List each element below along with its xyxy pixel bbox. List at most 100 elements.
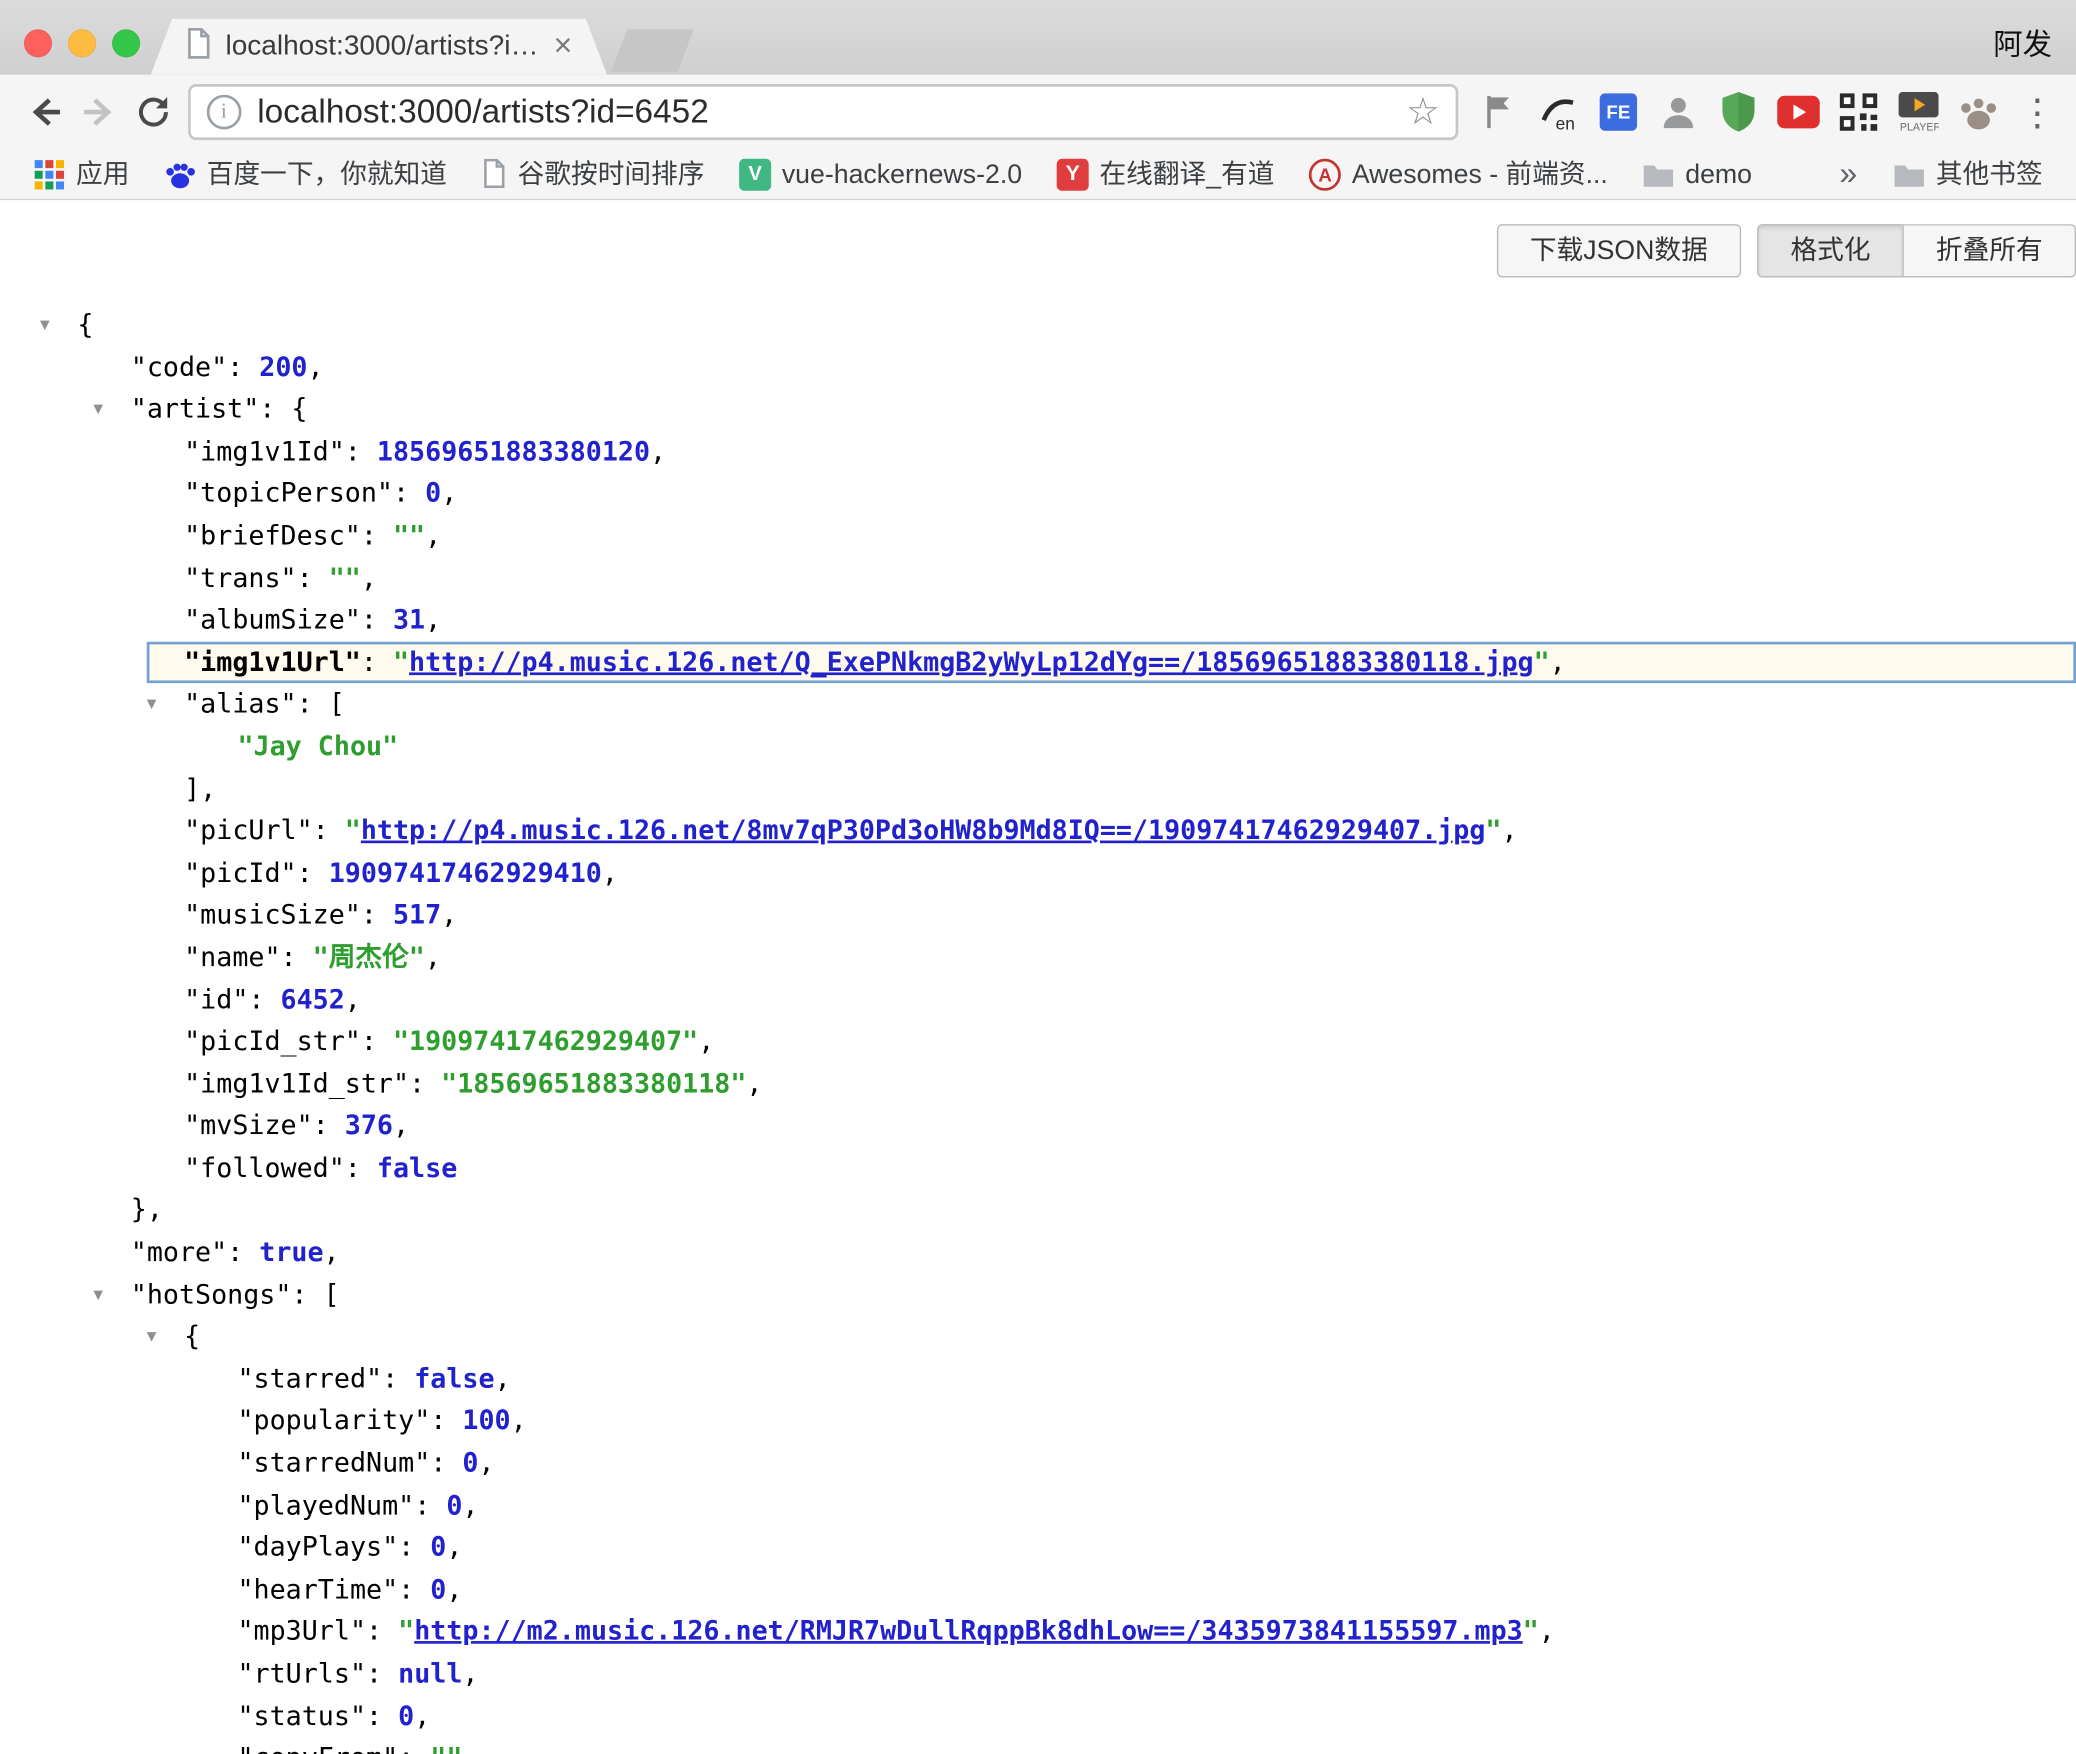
person-extension-icon[interactable] bbox=[1657, 91, 1700, 134]
flag-extension-icon[interactable] bbox=[1477, 91, 1520, 134]
json-number: 31 bbox=[393, 603, 425, 635]
json-punctuation: : bbox=[366, 1657, 398, 1689]
json-punctuation: : bbox=[382, 1362, 414, 1394]
json-number: 0 bbox=[398, 1699, 414, 1731]
json-number: 0 bbox=[430, 1573, 446, 1605]
json-key: "img1v1Id_str" bbox=[184, 1067, 409, 1099]
json-key: "starred" bbox=[237, 1362, 382, 1394]
json-line: }, bbox=[0, 1189, 2076, 1231]
json-line: "rtUrls": null, bbox=[0, 1653, 2076, 1695]
collapse-arrow-icon[interactable]: ▼ bbox=[40, 304, 50, 346]
json-line: ▼{ bbox=[0, 1316, 2076, 1358]
window-controls bbox=[24, 29, 140, 57]
json-line: "topicPerson": 0, bbox=[0, 473, 2076, 515]
json-punctuation: : bbox=[398, 1531, 430, 1563]
json-url-link[interactable]: http://p4.music.126.net/Q_ExePNkmgB2yWyL… bbox=[409, 645, 1534, 677]
json-key: "img1v1Id" bbox=[184, 435, 345, 467]
bookmark-folder-demo[interactable]: demo bbox=[1628, 161, 1767, 188]
minimize-window-button[interactable] bbox=[68, 29, 96, 57]
json-key: "picUrl" bbox=[184, 814, 313, 846]
json-punctuation: : bbox=[227, 1236, 259, 1268]
collapse-all-button[interactable]: 折叠所有 bbox=[1904, 224, 2076, 277]
qr-code-extension-icon[interactable] bbox=[1837, 91, 1880, 134]
tab-bar: localhost:3000/artists?id=645 × 阿发 bbox=[0, 0, 2076, 75]
youtube-extension-icon[interactable] bbox=[1777, 91, 1820, 134]
collapse-arrow-icon[interactable]: ▼ bbox=[93, 1274, 103, 1316]
json-url-link[interactable]: http://p4.music.126.net/8mv7qP30Pd3oHW8b… bbox=[361, 814, 1486, 846]
json-string: " bbox=[1534, 645, 1550, 677]
bookmarks-overflow-icon[interactable]: » bbox=[1831, 155, 1865, 192]
bookmark-item-google-sort[interactable]: 谷歌按时间排序 bbox=[467, 159, 719, 190]
download-json-button[interactable]: 下载JSON数据 bbox=[1497, 224, 1742, 277]
json-punctuation: : [ bbox=[297, 688, 345, 720]
json-line: "img1v1Id": 18569651883380120, bbox=[0, 431, 2076, 473]
json-key: "artist" bbox=[131, 393, 260, 425]
json-line: ▼"hotSongs": [ bbox=[0, 1274, 2076, 1316]
fullscreen-window-button[interactable] bbox=[112, 29, 140, 57]
bookmark-item-vue-hackernews[interactable]: V vue-hackernews-2.0 bbox=[724, 158, 1036, 190]
json-punctuation: : bbox=[297, 561, 329, 593]
bookmark-label: 应用 bbox=[76, 161, 129, 188]
browser-tab[interactable]: localhost:3000/artists?id=645 × bbox=[151, 19, 607, 75]
bookmark-item-awesomes[interactable]: A Awesomes - 前端资... bbox=[1294, 158, 1622, 190]
json-line: "briefDesc": "", bbox=[0, 515, 2076, 557]
json-line: "trans": "", bbox=[0, 557, 2076, 599]
address-bar[interactable]: i localhost:3000/artists?id=6452 ☆ bbox=[188, 84, 1458, 140]
youdao-dict-extension-icon[interactable]: en bbox=[1537, 91, 1580, 134]
site-info-icon[interactable]: i bbox=[207, 95, 242, 130]
collapse-arrow-icon[interactable]: ▼ bbox=[147, 684, 157, 726]
json-punctuation: , bbox=[361, 561, 377, 593]
json-punctuation: : bbox=[361, 1025, 393, 1057]
apps-shortcut[interactable]: 应用 bbox=[19, 158, 144, 190]
collapse-arrow-icon[interactable]: ▼ bbox=[93, 388, 103, 430]
collapse-arrow-icon[interactable]: ▼ bbox=[147, 1316, 157, 1358]
json-number: 200 bbox=[259, 350, 307, 382]
fe-extension-icon[interactable]: FE bbox=[1597, 91, 1640, 134]
shield-extension-icon[interactable] bbox=[1717, 91, 1760, 134]
json-line: "status": 0, bbox=[0, 1695, 2076, 1737]
json-viewer-controls: 下载JSON数据 格式化 折叠所有 bbox=[0, 224, 2076, 277]
json-string: " bbox=[398, 1615, 414, 1647]
bookmark-star-icon[interactable]: ☆ bbox=[1406, 93, 1440, 130]
json-punctuation: , bbox=[425, 519, 441, 551]
bookmark-label: 其他书签 bbox=[1936, 161, 2043, 188]
json-line: "mp3Url": "http://m2.music.126.net/RMJR7… bbox=[0, 1611, 2076, 1653]
json-line: "hearTime": 0, bbox=[0, 1569, 2076, 1611]
forward-button[interactable] bbox=[72, 84, 126, 140]
browser-menu-icon[interactable]: ⋮ bbox=[2017, 90, 2057, 134]
new-tab-button[interactable] bbox=[611, 29, 694, 72]
baidu-paw-icon bbox=[164, 158, 196, 190]
json-punctuation: , bbox=[746, 1067, 762, 1099]
json-key: "alias" bbox=[184, 688, 296, 720]
json-punctuation: : bbox=[430, 1404, 462, 1436]
page-favicon-icon bbox=[185, 27, 212, 66]
tab-title: localhost:3000/artists?id=645 bbox=[225, 31, 540, 63]
bookmark-label: demo bbox=[1685, 161, 1752, 188]
tab-close-icon[interactable]: × bbox=[554, 31, 573, 63]
json-string: " bbox=[393, 645, 409, 677]
json-punctuation: : bbox=[345, 1151, 377, 1183]
json-key: "hotSongs" bbox=[131, 1278, 292, 1310]
back-button[interactable] bbox=[19, 84, 73, 140]
json-number: 0 bbox=[446, 1488, 462, 1520]
folder-icon bbox=[1893, 161, 1925, 188]
bookmark-folder-other[interactable]: 其他书签 bbox=[1879, 161, 2058, 188]
player-extension-icon[interactable]: PLAYER bbox=[1897, 91, 1940, 134]
json-punctuation: , bbox=[425, 940, 441, 972]
format-button[interactable]: 格式化 bbox=[1757, 224, 1904, 277]
json-punctuation: : bbox=[313, 814, 345, 846]
json-line: "picId": 19097417462929410, bbox=[0, 852, 2076, 894]
json-url-link[interactable]: http://m2.music.126.net/RMJR7wDullRqppBk… bbox=[414, 1615, 1523, 1647]
bookmark-label: 在线翻译_有道 bbox=[1099, 161, 1274, 188]
bookmark-item-youdao-translate[interactable]: Y 在线翻译_有道 bbox=[1042, 158, 1289, 190]
json-punctuation: : bbox=[393, 477, 425, 509]
paw-extension-icon[interactable] bbox=[1957, 91, 2000, 134]
json-key: "trans" bbox=[184, 561, 296, 593]
json-key: "musicSize" bbox=[184, 898, 361, 930]
reload-button[interactable] bbox=[126, 84, 180, 140]
json-punctuation: ], bbox=[184, 772, 216, 804]
close-window-button[interactable] bbox=[24, 29, 52, 57]
browser-profile-name[interactable]: 阿发 bbox=[1993, 21, 2052, 64]
json-string: " bbox=[1485, 814, 1501, 846]
bookmark-item-baidu[interactable]: 百度一下，你就知道 bbox=[149, 158, 461, 190]
